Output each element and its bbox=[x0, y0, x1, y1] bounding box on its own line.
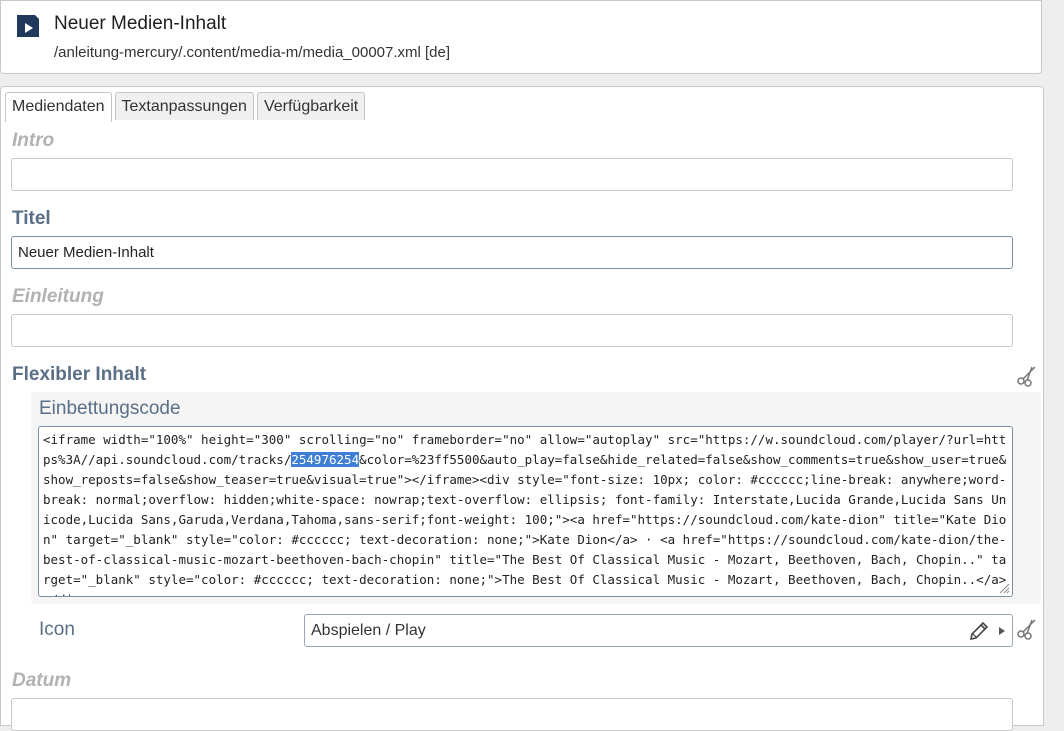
content-path: /anleitung-mercury/.content/media-m/medi… bbox=[54, 44, 451, 61]
flexibler-inhalt-section: Einbettungscode <iframe width="100%" hei… bbox=[31, 392, 1041, 604]
resize-handle-icon[interactable] bbox=[998, 582, 1010, 594]
tab-mediendaten[interactable]: Mediendaten bbox=[5, 92, 112, 122]
intro-label: Intro bbox=[12, 130, 55, 151]
einbettungscode-textarea[interactable]: <iframe width="100%" height="300" scroll… bbox=[38, 426, 1013, 597]
chevron-right-icon bbox=[999, 627, 1005, 635]
pencil-icon[interactable] bbox=[968, 620, 990, 642]
media-file-icon bbox=[17, 15, 39, 37]
content-header: Neuer Medien-Inhalt /anleitung-mercury/.… bbox=[0, 0, 1042, 74]
einleitung-label: Einleitung bbox=[12, 286, 104, 307]
scissors-icon[interactable] bbox=[1015, 363, 1039, 387]
editor-panel: Mediendaten Textanpassungen Verfügbarkei… bbox=[0, 86, 1044, 731]
titel-input[interactable] bbox=[11, 236, 1013, 269]
einleitung-input[interactable] bbox=[11, 314, 1013, 347]
tab-bar: Mediendaten Textanpassungen Verfügbarkei… bbox=[5, 92, 366, 122]
code-selection: 254976254 bbox=[291, 452, 360, 467]
datum-label: Datum bbox=[12, 670, 72, 691]
intro-input[interactable] bbox=[11, 158, 1013, 191]
content-title: Neuer Medien-Inhalt bbox=[54, 13, 227, 34]
icon-select-value: Abspielen / Play bbox=[311, 622, 426, 639]
tab-verfuegbarkeit[interactable]: Verfügbarkeit bbox=[256, 92, 366, 120]
code-text-after: &color=%23ff5500&auto_play=false&hide_re… bbox=[43, 452, 1007, 596]
datum-input[interactable] bbox=[11, 698, 1013, 731]
titel-label: Titel bbox=[12, 208, 51, 229]
icon-label: Icon bbox=[39, 619, 75, 640]
icon-scissors-icon[interactable] bbox=[1015, 616, 1039, 640]
tab-textanpassungen[interactable]: Textanpassungen bbox=[114, 92, 254, 120]
einbettungscode-label: Einbettungscode bbox=[39, 398, 181, 419]
flexibler-inhalt-label: Flexibler Inhalt bbox=[12, 364, 147, 385]
icon-select[interactable]: Abspielen / Play bbox=[304, 614, 1013, 647]
